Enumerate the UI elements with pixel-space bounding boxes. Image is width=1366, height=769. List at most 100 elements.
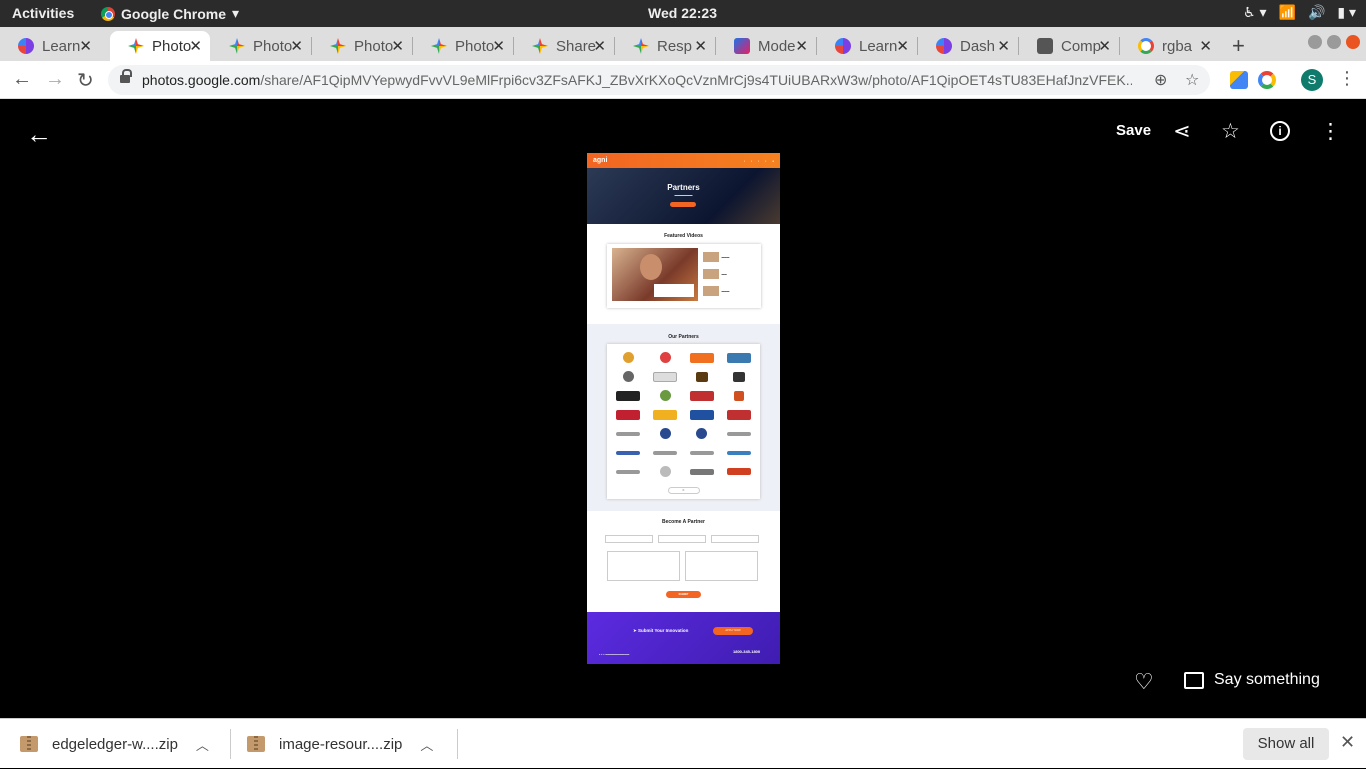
close-icon[interactable]: ✕ [189,37,202,55]
share-icon[interactable]: ⋖ [1173,119,1191,144]
address-bar[interactable]: photos.google.com/share/AF1QipMVYepwydFv… [108,65,1210,95]
model-icon [734,38,750,54]
close-icon[interactable]: ✕ [391,37,404,55]
photo-load-more: ⟳ [667,487,700,494]
close-icon[interactable]: ✕ [593,37,606,55]
tab-learn-2[interactable]: Learn ✕ [817,31,917,61]
photo-our-partners: Our Partners ⟳ [587,324,780,511]
photo-site-navbar: agni ▪ ▪ ▪ ▪ ● [587,153,780,168]
photo-video-card: ▬▬▬ ▬▬ ▬▬▬ [606,244,761,308]
chrome-icon [101,6,115,21]
activities-button[interactable]: Activities [12,5,74,21]
photo-submit-button: SUBMIT [666,591,701,598]
google-photos-icon [532,38,548,54]
photo-brand-logo: agni [593,157,608,164]
extension-icon[interactable] [1230,71,1248,89]
wifi-icon[interactable]: 📶 [1279,4,1296,21]
comment-icon [1184,671,1204,689]
close-icon[interactable]: ✕ [1340,732,1355,753]
close-icon[interactable]: ✕ [79,37,92,55]
volume-icon[interactable]: 🔊 [1308,4,1325,21]
show-all-button[interactable]: Show all [1243,728,1329,760]
system-tray[interactable]: ♿ ▾ 📶 🔊 ▮ ▾ [1243,4,1356,21]
tab-dash[interactable]: Dash ✕ [918,31,1018,61]
app-menu[interactable]: Google Chrome ▾ [101,5,239,22]
url-text[interactable]: photos.google.com/share/AF1QipMVYepwydFv… [142,72,1132,88]
new-tab-button[interactable]: + [1232,33,1245,59]
zip-file-icon [247,736,265,752]
tab-comp[interactable]: Comp ✕ [1019,31,1119,61]
chevron-up-icon[interactable]: ︿ [420,735,433,754]
tab-rgba[interactable]: rgba ✕ [1120,31,1220,61]
window-controls [1308,35,1360,49]
chevron-up-icon[interactable]: ︿ [196,735,209,754]
photo-featured-title: Featured Videos [664,233,703,239]
extension-color-icon[interactable] [1258,71,1276,89]
system-top-bar: Activities Google Chrome ▾ Wed 22:23 ♿ ▾… [0,0,1366,27]
photo-hero-title: Partners [667,183,700,192]
close-icon[interactable]: ✕ [1199,37,1212,55]
photo-partners-title: Our Partners [668,334,699,340]
close-icon[interactable]: ✕ [896,37,909,55]
learn-icon [835,38,851,54]
tab-photos[interactable]: Photo ✕ [211,31,311,61]
tab-strip: Learn ✕ Photo ✕ Photo ✕ Photo ✕ Photo ✕ … [0,27,1366,61]
bookmark-star-icon[interactable]: ☆ [1185,70,1199,90]
tab-photos-active[interactable]: Photo ✕ [110,31,210,61]
clock[interactable]: Wed 22:23 [648,5,717,21]
close-icon[interactable]: ✕ [492,37,505,55]
battery-icon[interactable]: ▮ ▾ [1337,4,1356,21]
tab-mode[interactable]: Mode ✕ [716,31,816,61]
photo-partner-form: SUBMIT [605,531,762,607]
photo-video-list: ▬▬▬ ▬▬ ▬▬▬ [702,252,755,303]
minimize-button[interactable] [1308,35,1322,49]
reload-button[interactable]: ↻ [77,68,94,93]
tab-share[interactable]: Share ✕ [514,31,614,61]
photo-featured-videos: Featured Videos ▬▬▬ ▬▬ ▬▬▬ [587,224,780,324]
maximize-button[interactable] [1327,35,1341,49]
heart-icon[interactable]: ♡ [1134,669,1154,695]
download-item[interactable]: edgeledger-w....zip ︿ [20,719,209,769]
photo-image: agni ▪ ▪ ▪ ▪ ● Partners ▬▬▬▬▬▬ Featured Vide… [587,153,780,664]
lock-icon[interactable] [120,69,132,85]
download-item[interactable]: image-resour....zip ︿ [247,719,433,769]
photo-hero-subtitle: ▬▬▬▬▬▬ [674,193,693,197]
tab-resp[interactable]: Resp ✕ [615,31,715,61]
photo-become-partner: Become A Partner SUBMIT [587,511,780,612]
close-icon[interactable]: ✕ [795,37,808,55]
save-button[interactable]: Save [1116,122,1151,139]
close-icon[interactable]: ✕ [694,37,707,55]
photo-viewer: ← Save ⋖ ☆ i ⋮ agni ▪ ▪ ▪ ▪ ● Partners ▬▬▬▬▬… [0,99,1366,718]
tab-photos[interactable]: Photo ✕ [312,31,412,61]
photo-footer-cta: ➤ Submit Your Innovation [633,628,689,633]
tab-photos[interactable]: Photo ✕ [413,31,513,61]
forward-button[interactable]: → [45,68,65,91]
photo-hero-banner: Partners ▬▬▬▬▬▬ [587,168,780,224]
download-filename: edgeledger-w....zip [52,735,178,753]
back-arrow-icon[interactable]: ← [26,119,52,150]
chevron-down-icon: ▾ [232,5,240,21]
close-icon[interactable]: ✕ [997,37,1010,55]
tab-learn[interactable]: Learn ✕ [0,31,100,61]
photo-main-video [611,248,698,301]
favorite-star-icon[interactable]: ☆ [1221,119,1240,144]
profile-avatar[interactable]: S [1301,69,1323,91]
back-button[interactable]: ← [12,68,32,91]
more-options-icon[interactable]: ⋮ [1320,119,1341,144]
accessibility-icon[interactable]: ♿ ▾ [1243,4,1266,21]
close-icon[interactable]: ✕ [1098,37,1111,55]
google-photos-icon [431,38,447,54]
window-close-button[interactable] [1346,35,1360,49]
photo-apply-button: APPLY NOW [713,627,753,635]
photo-partner-logos: ⟳ [607,344,760,499]
photo-footer-copyright: ● ● ● ▬▬▬▬▬▬▬▬▬▬ [599,653,630,656]
photo-site-menu: ▪ ▪ ▪ ▪ ● [743,158,774,163]
comment-button[interactable]: Say something [1184,671,1320,689]
info-icon[interactable]: i [1270,121,1290,141]
browser-toolbar: ← → ↻ photos.google.com/share/AF1QipMVYe… [0,61,1366,99]
google-photos-icon [330,38,346,54]
photo-site-footer: ➤ Submit Your Innovation APPLY NOW 1800-… [587,612,780,664]
install-icon[interactable]: ⊕ [1154,70,1167,90]
chrome-menu-icon[interactable]: ⋮ [1338,68,1356,89]
close-icon[interactable]: ✕ [290,37,303,55]
